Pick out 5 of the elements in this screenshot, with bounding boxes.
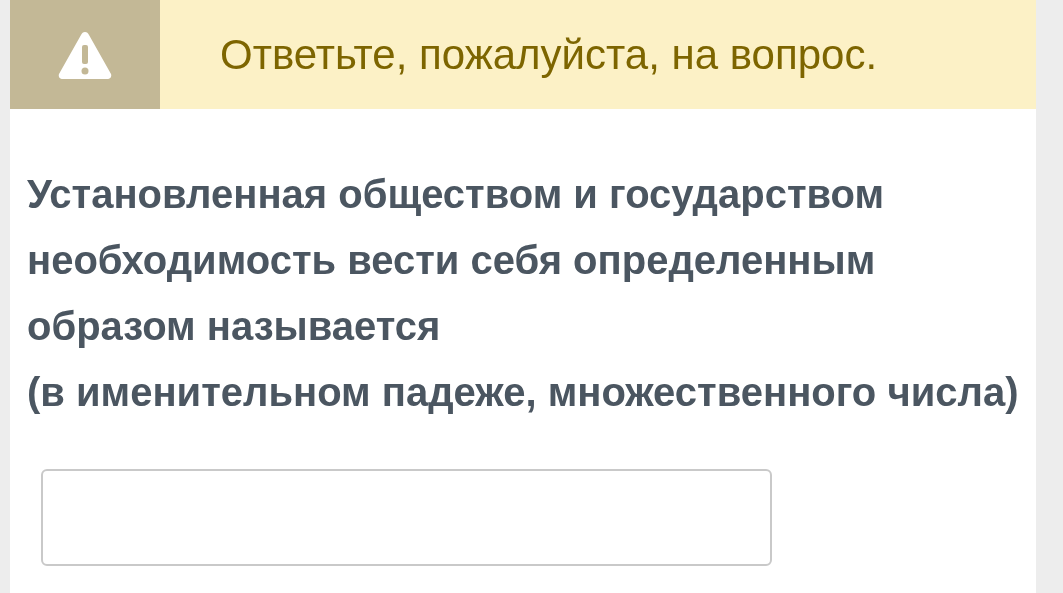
alert-message: Ответьте, пожалуйста, на вопрос. (220, 30, 878, 80)
warning-icon (57, 29, 113, 80)
question-hint: (в именительном падеже, множественного числа) (27, 369, 1020, 416)
answer-field[interactable] (41, 469, 772, 566)
question-text: Установленная обществом и государством необходимость вести себя определенным образом называется (27, 171, 886, 350)
